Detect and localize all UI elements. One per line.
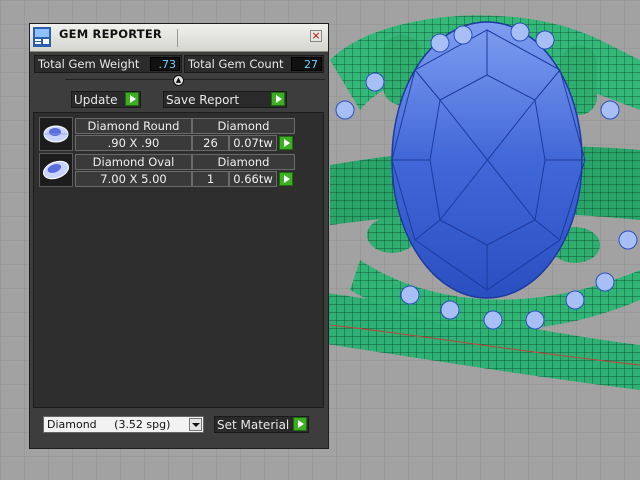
close-button[interactable]: × xyxy=(310,30,322,42)
material-select[interactable]: Diamond (3.52 spg) xyxy=(43,416,204,433)
collapse-icon[interactable]: ▲ xyxy=(173,75,184,86)
oval-gem-icon xyxy=(39,153,73,187)
chevron-down-icon[interactable] xyxy=(189,418,202,431)
total-gem-weight-value: .73 xyxy=(150,57,180,71)
gem-material: Diamond xyxy=(192,154,295,170)
save-report-button-label: Save Report xyxy=(166,93,240,107)
gem-size: 7.00 X 5.00 xyxy=(75,171,192,187)
set-material-button[interactable]: Set Material xyxy=(214,416,309,433)
gem-count: 1 xyxy=(192,171,229,187)
total-gem-count-value: 27 xyxy=(291,57,322,71)
total-gem-weight-field: Total Gem Weight .73 xyxy=(34,55,182,73)
gem-weight: 0.66tw xyxy=(229,171,277,187)
gem-material: Diamond xyxy=(192,118,295,134)
divider xyxy=(65,79,325,80)
total-gem-count-field: Total Gem Count 27 xyxy=(184,55,324,73)
title-separator xyxy=(177,29,178,47)
gem-row[interactable]: Diamond Round Diamond .90 X .90 26 0.07t… xyxy=(39,117,299,151)
gem-list[interactable]: Diamond Round Diamond .90 X .90 26 0.07t… xyxy=(33,112,324,408)
gem-name: Diamond Oval xyxy=(75,154,192,170)
gem-count: 26 xyxy=(192,135,229,151)
gem-weight: 0.07tw xyxy=(229,135,277,151)
material-select-value: Diamond (3.52 spg) xyxy=(47,418,171,431)
save-report-button[interactable]: Save Report xyxy=(163,91,287,108)
set-material-button-label: Set Material xyxy=(217,418,290,432)
gem-select-arrow-icon[interactable] xyxy=(279,172,293,186)
total-gem-weight-label: Total Gem Weight xyxy=(38,57,140,71)
play-arrow-icon xyxy=(293,417,307,431)
gem-name: Diamond Round xyxy=(75,118,192,134)
gem-reporter-panel: GEM REPORTER × Total Gem Weight .73 Tota… xyxy=(29,23,329,449)
play-arrow-icon xyxy=(271,92,285,106)
update-button[interactable]: Update xyxy=(71,91,141,108)
play-arrow-icon xyxy=(125,92,139,106)
window-title: GEM REPORTER xyxy=(59,27,162,41)
total-gem-count-label: Total Gem Count xyxy=(188,57,284,71)
gem-size: .90 X .90 xyxy=(75,135,192,151)
round-gem-icon xyxy=(39,117,73,151)
gem-reporter-app-icon xyxy=(33,27,51,47)
gem-select-arrow-icon[interactable] xyxy=(279,136,293,150)
title-bar[interactable]: GEM REPORTER × xyxy=(30,24,328,52)
update-button-label: Update xyxy=(74,93,118,107)
gem-row[interactable]: Diamond Oval Diamond 7.00 X 5.00 1 0.66t… xyxy=(39,153,299,187)
